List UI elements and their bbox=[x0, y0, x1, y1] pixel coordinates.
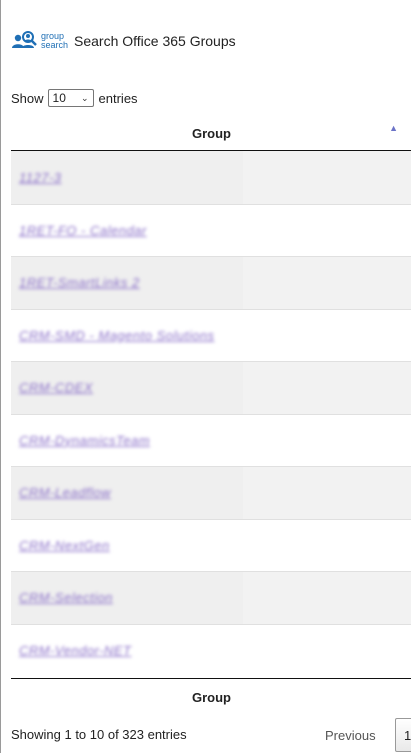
group-link[interactable]: CRM-Leadflow bbox=[11, 485, 111, 500]
table-body: 1127-3 1RET-FO - Calendar 1RET-SmartLinks … bbox=[11, 151, 411, 676]
entries-length-control: Show 10 ⌄ entries bbox=[11, 88, 138, 108]
groups-table: Group ▲ 1127-3 1RET-FO - Calendar 1RET-Sma… bbox=[11, 116, 411, 715]
entries-per-page-select[interactable]: 10 ⌄ bbox=[47, 89, 94, 107]
app-header: group search Search Office 365 Groups bbox=[11, 29, 236, 53]
chevron-down-icon: ⌄ bbox=[80, 92, 89, 103]
table-cell: CRM-Leadflow bbox=[11, 467, 243, 519]
entries-per-page-value: 10 bbox=[52, 91, 66, 105]
group-link[interactable]: 1127-3 bbox=[11, 170, 62, 185]
logo-text-line2: search bbox=[41, 40, 69, 50]
group-link[interactable]: CRM-NextGen bbox=[11, 538, 110, 553]
table-row: CRM-SMD - Magento Solutions bbox=[11, 308, 411, 362]
table-cell: CRM-CDEX bbox=[11, 362, 243, 414]
table-cell: CRM-NextGen bbox=[11, 520, 243, 572]
sort-ascending-icon[interactable]: ▲ bbox=[389, 123, 398, 133]
group-link[interactable]: 1RET-SmartLinks 2 bbox=[11, 275, 140, 290]
group-search-logo: group search bbox=[11, 29, 75, 53]
group-link[interactable]: CRM-CDEX bbox=[11, 380, 93, 395]
page-title: Search Office 365 Groups bbox=[74, 33, 236, 49]
show-label: Show bbox=[11, 90, 44, 106]
table-row: 1RET-SmartLinks 2 bbox=[11, 256, 411, 309]
table-row: CRM-NextGen bbox=[11, 518, 411, 572]
table-row: CRM-Selection bbox=[11, 571, 411, 624]
table-cell: CRM-SMD - Magento Solutions bbox=[11, 310, 243, 362]
table-cell: CRM-Selection bbox=[11, 572, 243, 624]
table-row: CRM-Leadflow bbox=[11, 466, 411, 519]
entries-label: entries bbox=[98, 90, 138, 106]
group-link[interactable]: CRM-SMD - Magento Solutions bbox=[11, 328, 215, 343]
column-footer-label: Group bbox=[192, 689, 231, 705]
group-link[interactable]: CRM-DynamicsTeam bbox=[11, 433, 150, 448]
table-row: CRM-DynamicsTeam bbox=[11, 413, 411, 467]
column-header-group[interactable]: Group ▲ bbox=[11, 116, 411, 151]
page-1-button[interactable]: 1 bbox=[395, 718, 411, 752]
table-cell: 1RET-SmartLinks 2 bbox=[11, 257, 243, 309]
table-cell: CRM-DynamicsTeam bbox=[11, 415, 243, 467]
group-link[interactable]: CRM-Selection bbox=[11, 590, 113, 605]
previous-page-button[interactable]: Previous bbox=[325, 728, 376, 743]
column-footer-group: Group bbox=[11, 678, 411, 715]
group-link[interactable]: CRM-Vendor-NET bbox=[11, 643, 131, 658]
table-cell: 1RET-FO - Calendar bbox=[11, 205, 243, 257]
table-row: 1127-3 bbox=[11, 151, 411, 204]
page: group search Search Office 365 Groups Sh… bbox=[0, 0, 411, 753]
table-row: 1RET-FO - Calendar bbox=[11, 203, 411, 257]
group-link[interactable]: 1RET-FO - Calendar bbox=[11, 223, 147, 238]
column-header-label: Group bbox=[192, 125, 231, 141]
table-info: Showing 1 to 10 of 323 entries bbox=[11, 727, 187, 742]
table-row: CRM-CDEX bbox=[11, 361, 411, 414]
people-search-icon bbox=[12, 31, 37, 48]
table-row: CRM-Vendor-NET bbox=[11, 623, 411, 677]
table-cell: CRM-Vendor-NET bbox=[11, 625, 243, 677]
table-cell: 1127-3 bbox=[11, 151, 243, 204]
